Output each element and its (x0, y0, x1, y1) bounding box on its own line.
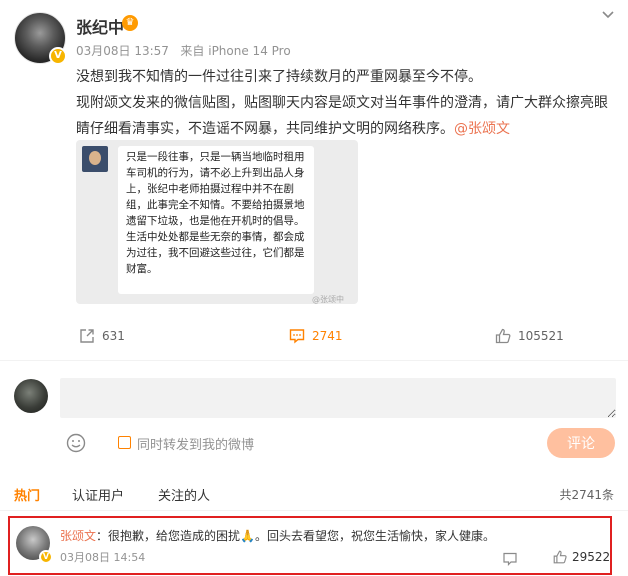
repost-checkbox[interactable] (118, 436, 131, 449)
author-avatar[interactable]: V (14, 12, 67, 65)
share-count: 631 (102, 329, 125, 343)
tab-following[interactable]: 关注的人 (158, 485, 210, 504)
like-button[interactable]: 105521 (494, 327, 564, 345)
chevron-down-icon[interactable] (600, 6, 616, 22)
comment-body: 很抱歉，给您造成的困扰🙏。回头去看望您，祝您生活愉快，家人健康。 (108, 529, 495, 543)
submit-comment-button[interactable]: 评论 (547, 428, 615, 458)
comment-like-count: 29522 (572, 550, 611, 564)
post-paragraph-2: 现附颂文发来的微信贴图，贴图聊天内容是颂文对当年事件的澄清，请广大群众擦亮眼睛仔… (76, 95, 608, 137)
image-watermark: @张颂中 (312, 295, 344, 304)
chat-avatar (82, 146, 108, 172)
comment-input[interactable] (60, 378, 616, 418)
highlight-box (8, 516, 612, 575)
repost-label[interactable]: 同时转发到我的微博 (137, 434, 254, 453)
share-icon (80, 329, 94, 343)
commenter-name[interactable]: 张颂文 (60, 529, 96, 543)
comment-icon (289, 329, 305, 344)
thumbs-up-icon (553, 550, 567, 564)
verified-badge-icon: V (49, 47, 67, 65)
post-paragraph-1: 没想到我不知情的一件过往引来了持续数月的严重网暴至今不停。 (76, 69, 482, 85)
post-content: 没想到我不知情的一件过往引来了持续数月的严重网暴至今不停。 现附颂文发来的微信贴… (76, 64, 616, 142)
comment-count: 2741 (312, 329, 343, 343)
commenter-avatar[interactable]: V (16, 526, 53, 564)
post-meta: 03月08日 13:57 来自 iPhone 14 Pro (76, 42, 291, 59)
vip-crown-icon: ♛ (122, 15, 138, 31)
comment-total: 共2741条 (559, 488, 614, 502)
chat-bubble: 只是一段往事，只是一辆当地临时租用车司机的行为，请不必上升到出品人身上，张纪中老… (118, 146, 314, 294)
current-user-avatar[interactable] (14, 379, 48, 413)
thumbs-up-icon (495, 328, 511, 344)
emoji-icon[interactable] (66, 433, 86, 453)
comment-time: 03月08日 14:54 (60, 551, 146, 564)
mention-link[interactable]: @张颂文 (454, 121, 510, 137)
share-button[interactable]: 631 (78, 327, 125, 345)
comment-like-button[interactable]: 29522 (552, 549, 610, 565)
tab-verified[interactable]: 认证用户 (72, 485, 124, 504)
divider (0, 510, 628, 511)
divider (0, 360, 628, 361)
post-source: 来自 iPhone 14 Pro (180, 44, 291, 58)
reply-icon[interactable] (502, 551, 518, 567)
verified-badge-icon: V (39, 550, 53, 564)
post-date[interactable]: 03月08日 13:57 (76, 44, 169, 58)
comment-button[interactable]: 2741 (288, 327, 343, 345)
comment-text-line: 张颂文：很抱歉，给您造成的困扰🙏。回头去看望您，祝您生活愉快，家人健康。 (60, 529, 495, 543)
like-count: 105521 (518, 329, 564, 343)
tab-hot[interactable]: 热门 (14, 485, 40, 504)
author-name[interactable]: 张纪中 (76, 14, 124, 38)
